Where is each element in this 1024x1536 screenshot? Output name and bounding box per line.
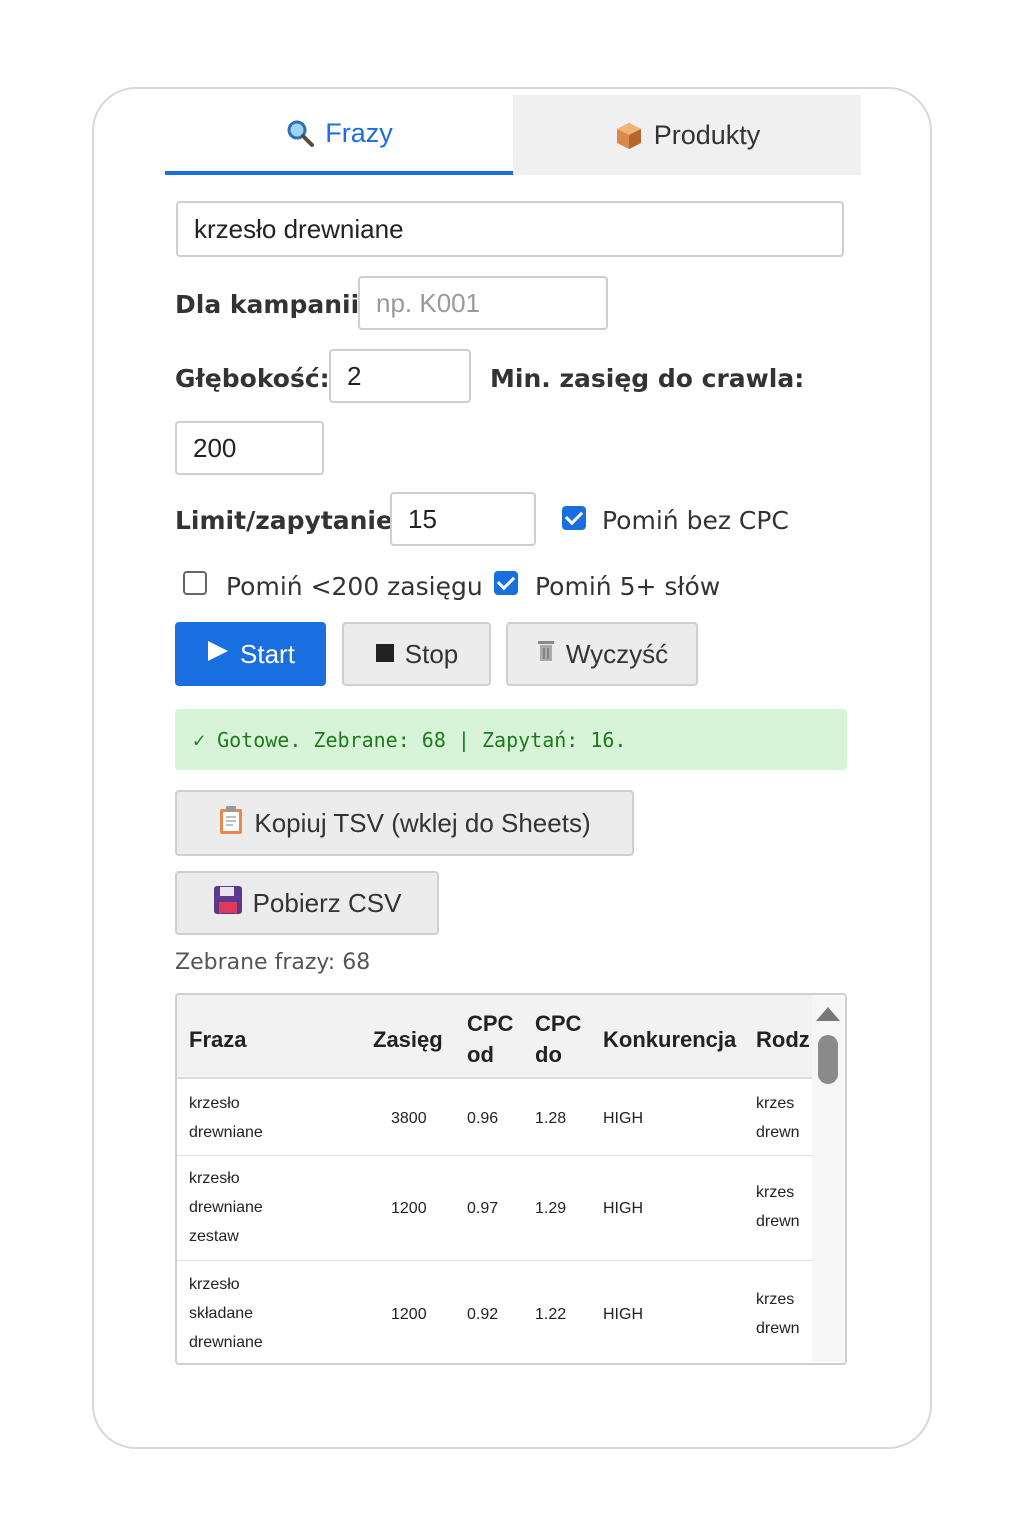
table-header: Fraza Zasięg CPC od CPC do Konkurencja R… [177, 995, 813, 1079]
cell-fraza: krzesło drewniane [189, 1095, 263, 1141]
col-fraza[interactable]: Fraza [189, 1024, 246, 1055]
scroll-up-arrow-icon[interactable] [816, 1007, 840, 1021]
cell-konkurencja: HIGH [603, 1306, 643, 1323]
cell-fraza: krzesło drewniane zestaw [189, 1170, 263, 1245]
col-cpc-do[interactable]: CPC do [535, 1008, 585, 1070]
cell-zasieg: 3800 [391, 1110, 427, 1127]
tab-produkty[interactable]: Produkty [513, 95, 861, 175]
cell-rodzaj: krzes drewn [756, 1291, 800, 1337]
skip-no-cpc-checkbox[interactable] [562, 506, 586, 530]
limit-label: Limit/zapytanie: [175, 506, 403, 535]
scrollbar-thumb[interactable] [818, 1035, 838, 1084]
table-row[interactable]: krzesło składane drewniane 1200 0.92 1.22 … [177, 1261, 813, 1363]
min-reach-label: Min. zasięg do crawla: [490, 364, 805, 393]
skip-5-words-checkbox[interactable] [494, 571, 518, 595]
status-message: ✓ Gotowe. Zebrane: 68 | Zapytań: 16. [175, 709, 847, 770]
table-row[interactable]: krzesło drewniane 3800 0.96 1.28 HIGH krz… [177, 1079, 813, 1156]
skip-low-reach-checkbox[interactable] [183, 571, 207, 595]
campaign-label: Dla kampanii: [175, 290, 370, 319]
tab-frazy-label: Frazy [325, 117, 393, 148]
limit-input[interactable] [390, 492, 536, 546]
cell-rodzaj: krzes drewn [756, 1184, 800, 1230]
cell-konkurencja: HIGH [603, 1110, 643, 1127]
start-label: Start [240, 638, 295, 669]
table-row[interactable]: krzesło drewniane zestaw 1200 0.97 1.29 HI… [177, 1156, 813, 1261]
download-csv-label: Pobierz CSV [252, 887, 402, 918]
cell-cpc-od: 0.92 [467, 1306, 499, 1323]
tab-produkty-label: Produkty [653, 119, 761, 150]
stop-icon [375, 639, 395, 670]
skip-low-reach-label: Pomiń <200 zasięgu [226, 572, 483, 601]
col-zasieg[interactable]: Zasięg [373, 1024, 443, 1055]
collected-count: Zebrane frazy: 68 [175, 950, 371, 975]
cell-cpc-do: 1.28 [535, 1110, 567, 1127]
stop-label: Stop [404, 638, 459, 669]
depth-label: Głębokość: [175, 364, 330, 393]
package-icon [614, 120, 644, 150]
start-button[interactable]: Start [175, 622, 326, 686]
cell-cpc-od: 0.97 [467, 1200, 499, 1217]
min-reach-input[interactable] [175, 421, 324, 475]
clear-button[interactable]: Wyczyść [506, 622, 698, 686]
skip-no-cpc-label: Pomiń bez CPC [602, 506, 789, 535]
cell-zasieg: 1200 [391, 1306, 427, 1323]
floppy-disk-icon [213, 885, 243, 922]
col-konkurencja[interactable]: Konkurencja [603, 1024, 736, 1055]
clipboard-icon [218, 805, 244, 842]
campaign-input[interactable] [358, 276, 608, 330]
cell-cpc-do: 1.29 [535, 1200, 567, 1217]
play-icon [206, 639, 230, 670]
cell-rodzaj: krzes drewn [756, 1095, 800, 1141]
clear-label: Wyczyść [565, 638, 669, 669]
cell-cpc-od: 0.96 [467, 1110, 499, 1127]
phrase-input[interactable] [176, 201, 844, 257]
results-table: Fraza Zasięg CPC od CPC do Konkurencja R… [175, 993, 847, 1365]
copy-tsv-button[interactable]: Kopiuj TSV (wklej do Sheets) [175, 790, 634, 856]
trash-icon [536, 639, 556, 670]
col-rodzaj[interactable]: Rodz [756, 1024, 810, 1055]
magnifier-icon [285, 118, 315, 148]
cell-fraza: krzesło składane drewniane [189, 1276, 263, 1351]
copy-tsv-label: Kopiuj TSV (wklej do Sheets) [254, 807, 591, 838]
cell-cpc-do: 1.22 [535, 1306, 567, 1323]
cell-konkurencja: HIGH [603, 1200, 643, 1217]
cell-zasieg: 1200 [391, 1200, 427, 1217]
stop-button[interactable]: Stop [342, 622, 491, 686]
depth-input[interactable] [329, 349, 471, 403]
col-cpc-od[interactable]: CPC od [467, 1008, 517, 1070]
skip-5-words-label: Pomiń 5+ słów [535, 572, 721, 601]
download-csv-button[interactable]: Pobierz CSV [175, 871, 439, 935]
tab-bar: Frazy Produkty [165, 95, 861, 175]
tab-frazy[interactable]: Frazy [165, 95, 513, 175]
